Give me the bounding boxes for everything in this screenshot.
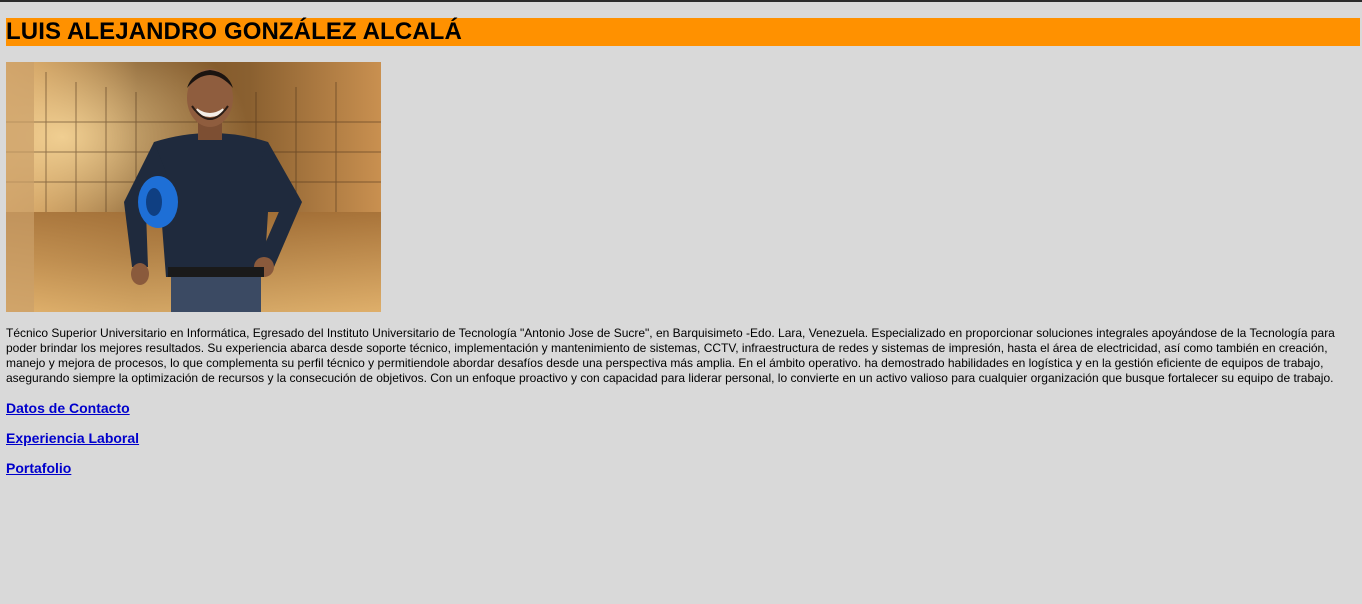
- experience-link[interactable]: Experiencia Laboral: [6, 430, 139, 446]
- portfolio-link[interactable]: Portafolio: [6, 460, 71, 476]
- page-title: LUIS ALEJANDRO GONZÁLEZ ALCALÁ: [6, 18, 462, 45]
- bio-paragraph: Técnico Superior Universitario en Inform…: [6, 326, 1335, 385]
- title-bar: LUIS ALEJANDRO GONZÁLEZ ALCALÁ: [6, 18, 1360, 46]
- page-content: LUIS ALEJANDRO GONZÁLEZ ALCALÁ Técnico S…: [6, 18, 1360, 476]
- top-border: [0, 0, 1362, 2]
- profile-photo: [6, 62, 381, 312]
- contact-link[interactable]: Datos de Contacto: [6, 400, 130, 416]
